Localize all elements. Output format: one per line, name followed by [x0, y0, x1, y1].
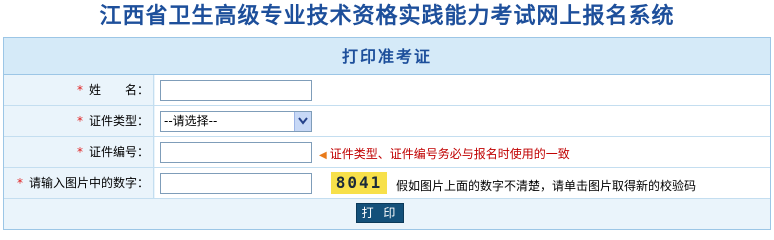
print-button[interactable]: 打 印	[356, 203, 404, 223]
id-number-hint-text: 证件类型、证件编号务必与报名时使用的一致	[329, 147, 570, 161]
system-title: 江西省卫生高级专业技术资格实践能力考试网上报名系统	[99, 4, 675, 29]
captcha-label-cell: * 请输入图片中的数字：	[4, 168, 154, 198]
required-mark: *	[16, 176, 23, 190]
button-row: 打 印	[4, 199, 770, 229]
select-dropdown-button[interactable]	[294, 112, 311, 131]
id-number-label: 证件编号：	[88, 145, 149, 159]
name-label-cell: * 姓 名：	[4, 75, 154, 105]
chevron-down-icon	[298, 117, 308, 125]
id-number-hint: ◀ 证件类型、证件编号务必与报名时使用的一致	[319, 145, 570, 162]
name-label: 姓 名：	[88, 83, 149, 97]
captcha-label: 请输入图片中的数字：	[28, 176, 149, 190]
page: 江西省卫生高级专业技术资格实践能力考试网上报名系统 打印准考证 * 姓 名： * 证…	[0, 0, 774, 232]
name-input[interactable]	[160, 80, 312, 101]
captcha-note: 假如图片上面的数字不清楚，请单击图片取得新的校验码	[396, 179, 697, 193]
required-mark: *	[76, 145, 83, 159]
id-number-label-cell: * 证件编号：	[4, 137, 154, 167]
captcha-value-cell: 8041 假如图片上面的数字不清楚，请单击图片取得新的校验码	[155, 168, 770, 198]
id-type-row: * 证件类型： --请选择--	[4, 106, 770, 137]
name-row: * 姓 名：	[4, 75, 770, 106]
captcha-image[interactable]: 8041	[331, 172, 387, 194]
id-type-label: 证件类型：	[88, 114, 149, 128]
form-title: 打印准考证	[4, 38, 770, 75]
id-number-value-cell: ◀ 证件类型、证件编号务必与报名时使用的一致	[155, 137, 770, 167]
id-number-input[interactable]	[160, 142, 312, 163]
captcha-input[interactable]	[160, 173, 312, 194]
print-admission-form: 打印准考证 * 姓 名： * 证件类型： --请选择-- * 证件编号： ◀ 证…	[3, 37, 771, 230]
captcha-row: * 请输入图片中的数字： 8041 假如图片上面的数字不清楚，请单击图片取得新的校…	[4, 168, 770, 199]
triangle-left-icon: ◀	[319, 150, 327, 161]
id-type-select[interactable]: --请选择--	[160, 111, 312, 132]
name-value-cell	[155, 75, 770, 105]
id-number-row: * 证件编号： ◀ 证件类型、证件编号务必与报名时使用的一致	[4, 137, 770, 168]
id-type-selected: --请选择--	[164, 114, 218, 128]
id-type-label-cell: * 证件类型：	[4, 106, 154, 136]
required-mark: *	[76, 83, 83, 97]
id-type-value-cell: --请选择--	[155, 106, 770, 136]
required-mark: *	[76, 114, 83, 128]
